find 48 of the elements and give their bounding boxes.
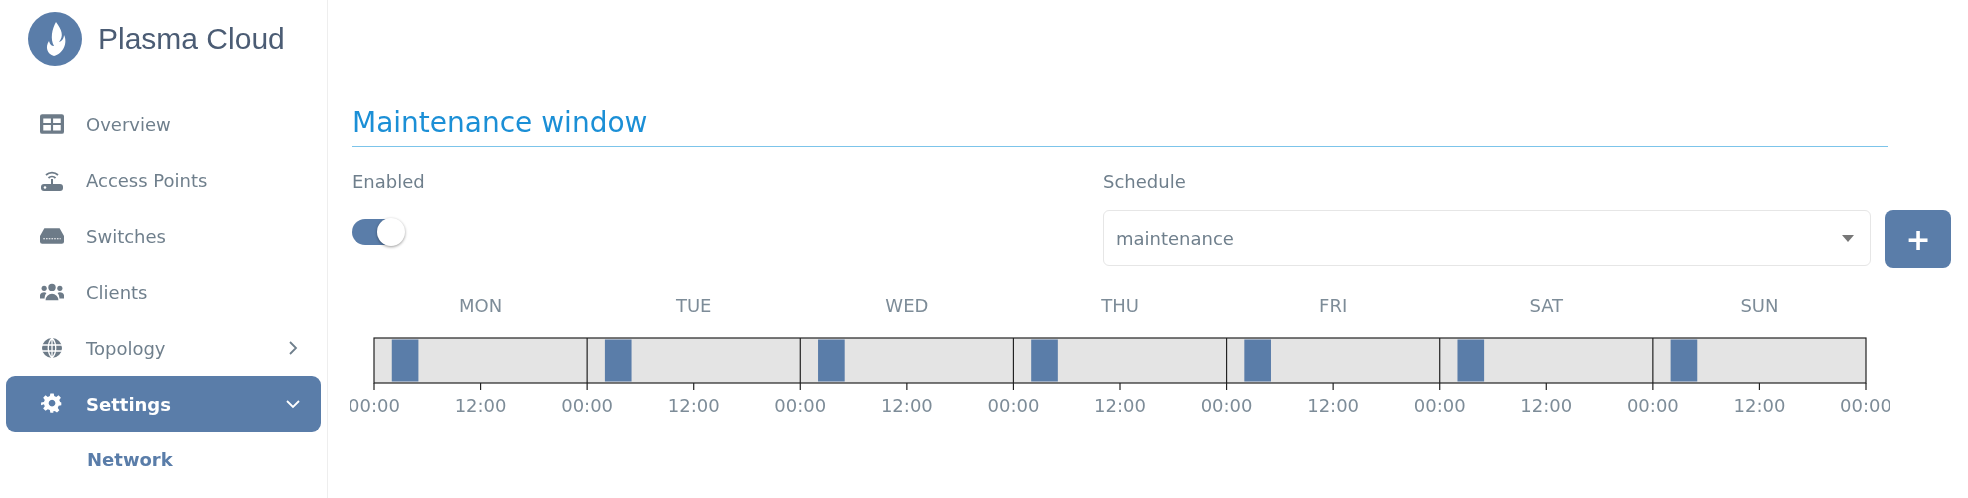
maintenance-block	[1031, 339, 1058, 382]
sidebar-item[interactable]: Clients	[6, 264, 321, 320]
time-tick-label: 00:00	[774, 395, 827, 416]
section-title: Maintenance window	[352, 106, 649, 141]
sidebar-subitem[interactable]: Network	[0, 432, 327, 488]
router-icon	[40, 169, 64, 191]
table-icon	[40, 113, 64, 135]
toggle-switch[interactable]	[352, 219, 404, 245]
globe-icon	[40, 337, 64, 359]
users-icon	[40, 281, 64, 303]
day-label: WED	[885, 295, 929, 316]
day-label: THU	[1101, 295, 1139, 316]
time-tick-label: 12:00	[454, 395, 507, 416]
time-tick-label: 12:00	[1520, 395, 1573, 416]
time-tick-label: 12:00	[667, 395, 720, 416]
field-label: Enabled	[352, 171, 426, 194]
add-button[interactable]: +	[1885, 210, 1951, 268]
schedule-dropdown[interactable]: maintenance	[1103, 210, 1871, 266]
maintenance-block	[1244, 339, 1271, 382]
maintenance-block	[818, 339, 845, 382]
switch-icon	[40, 225, 64, 247]
sidebar-item[interactable]: Switches	[6, 208, 321, 264]
sidebar-item[interactable]: Topology	[6, 320, 321, 376]
time-tick-label: 12:00	[1307, 395, 1360, 416]
time-tick-label: 00:00	[987, 395, 1040, 416]
sidebar-item[interactable]: Overview	[6, 96, 321, 152]
day-label: TUE	[675, 295, 712, 316]
time-tick-label: 00:00	[1200, 395, 1253, 416]
time-tick-label: 00:00	[350, 395, 400, 416]
day-label: MON	[459, 295, 503, 316]
day-label: SAT	[1529, 295, 1564, 316]
settings-icon	[40, 393, 64, 415]
maintenance-block	[1457, 339, 1485, 382]
time-tick-label: 12:00	[880, 395, 933, 416]
time-tick-label: 00:00	[1840, 395, 1890, 416]
field-label: Schedule	[1103, 171, 1187, 194]
time-tick-label: 12:00	[1733, 395, 1786, 416]
flame-logo-icon	[28, 12, 82, 66]
day-label: FRI	[1319, 295, 1348, 316]
brand-name: Plasma Cloud	[98, 22, 285, 56]
time-tick-label: 00:00	[1413, 395, 1466, 416]
time-tick-label: 00:00	[561, 395, 614, 416]
day-label: SUN	[1740, 295, 1779, 316]
caret-icon	[1842, 234, 1854, 242]
sidebar-item[interactable]: Access Points	[6, 152, 321, 208]
time-tick-label: 00:00	[1626, 395, 1679, 416]
time-tick-label: 12:00	[1094, 395, 1146, 416]
sidebar-item[interactable]: Settings	[6, 376, 321, 432]
